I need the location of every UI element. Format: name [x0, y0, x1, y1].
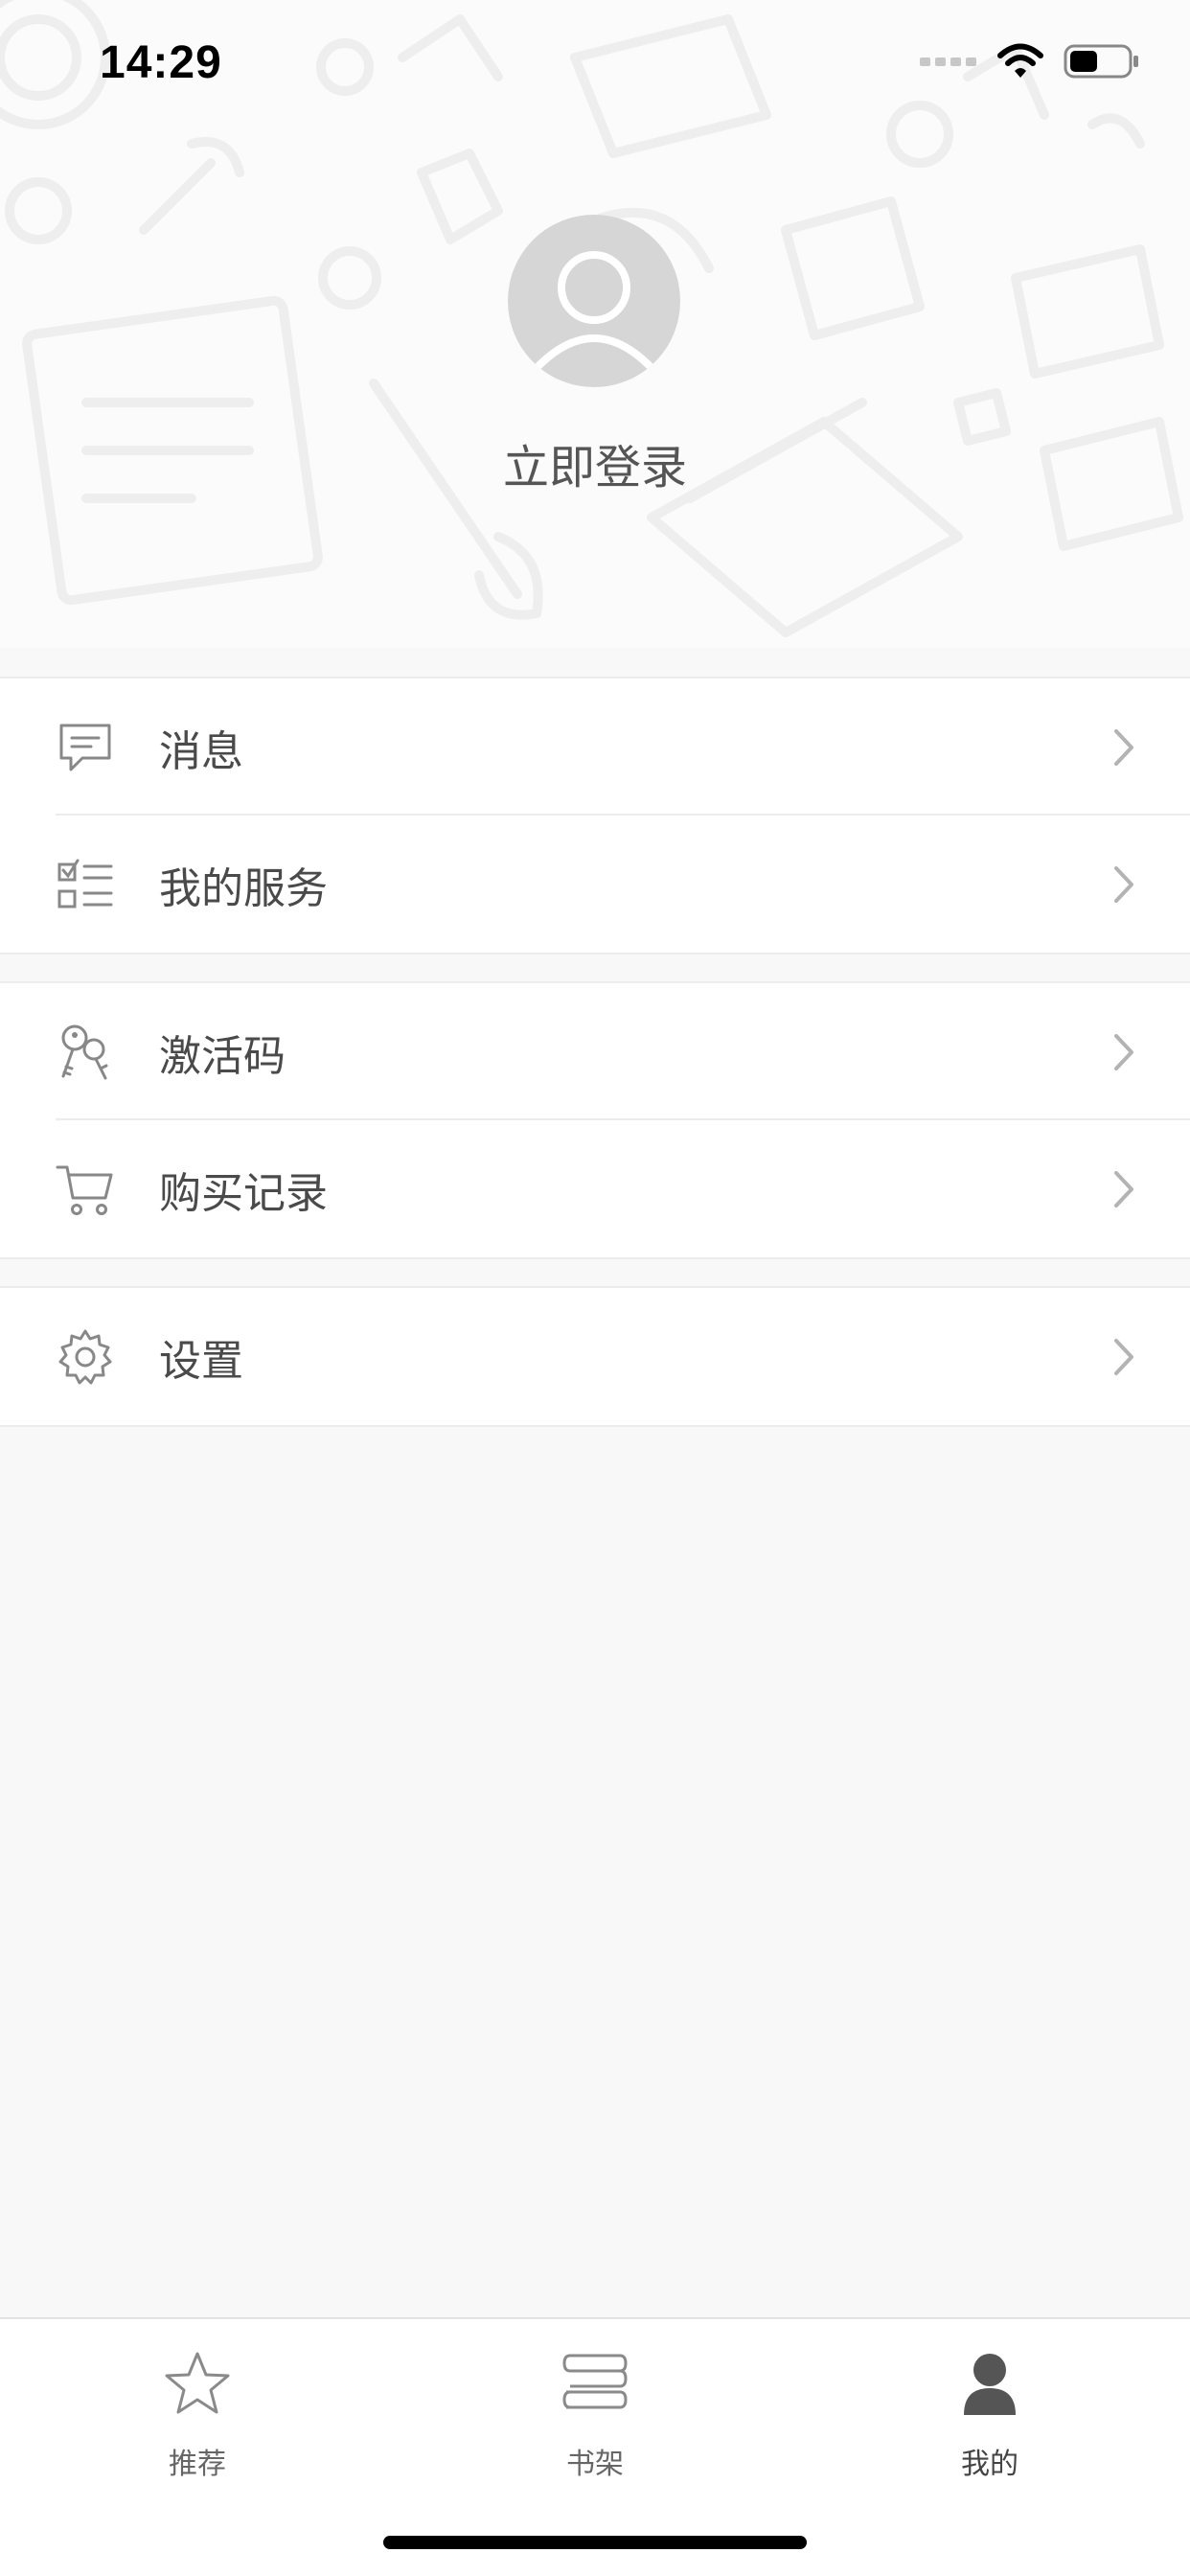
- status-bar: 14:29: [0, 0, 1190, 125]
- status-time: 14:29: [100, 37, 222, 88]
- status-icons: [920, 42, 1140, 80]
- menu-item-purchase-history[interactable]: 购买记录: [0, 1120, 1190, 1257]
- profile-screen: 立即登录 14:29 消息 我的服务 激活码 购买记录 设置 推荐 书架 我的: [0, 0, 1190, 2576]
- chevron-right-icon: [1114, 1170, 1133, 1208]
- menu-group-1: 消息 我的服务: [0, 677, 1190, 954]
- star-icon: [165, 2352, 230, 2414]
- wifi-icon: [997, 43, 1043, 78]
- menu-item-label: 购买记录: [159, 1168, 328, 1218]
- chevron-right-icon: [1114, 728, 1133, 766]
- person-icon: [964, 2354, 1016, 2415]
- menu-group-2: 激活码 购买记录: [0, 981, 1190, 1259]
- tab-label: 推荐: [169, 2448, 226, 2481]
- tab-label: 书架: [566, 2448, 624, 2481]
- signal-icon: [920, 58, 976, 66]
- message-icon: [59, 724, 111, 770]
- menu-group-3: 设置: [0, 1286, 1190, 1427]
- menu-item-my-services[interactable]: 我的服务: [0, 816, 1190, 953]
- avatar[interactable]: [508, 215, 680, 387]
- menu-item-label: 消息: [159, 726, 243, 776]
- tab-label: 我的: [961, 2448, 1018, 2481]
- tab-recommend[interactable]: 推荐: [102, 2346, 293, 2482]
- menu-item-label: 我的服务: [159, 863, 328, 913]
- chevron-right-icon: [1114, 1033, 1133, 1070]
- menu-item-settings[interactable]: 设置: [0, 1288, 1190, 1425]
- home-indicator: [383, 2536, 807, 2549]
- default-avatar-icon: [532, 251, 656, 373]
- menu-item-activation-code[interactable]: 激活码: [0, 983, 1190, 1120]
- chevron-right-icon: [1114, 865, 1133, 903]
- chevron-right-icon: [1114, 1338, 1133, 1375]
- menu-item-label: 设置: [159, 1336, 243, 1386]
- tab-bookshelf[interactable]: 书架: [499, 2346, 691, 2482]
- menu-item-label: 激活码: [159, 1031, 286, 1081]
- login-link[interactable]: 立即登录: [0, 429, 1190, 496]
- keys-icon: [61, 1024, 108, 1079]
- cart-icon: [56, 1165, 113, 1215]
- checklist-icon: [57, 859, 113, 908]
- menu-item-messages[interactable]: 消息: [0, 678, 1190, 816]
- battery-icon: [1064, 44, 1138, 79]
- bookshelf-icon: [562, 2354, 628, 2409]
- gear-icon: [58, 1329, 112, 1384]
- tab-mine[interactable]: 我的: [894, 2346, 1086, 2482]
